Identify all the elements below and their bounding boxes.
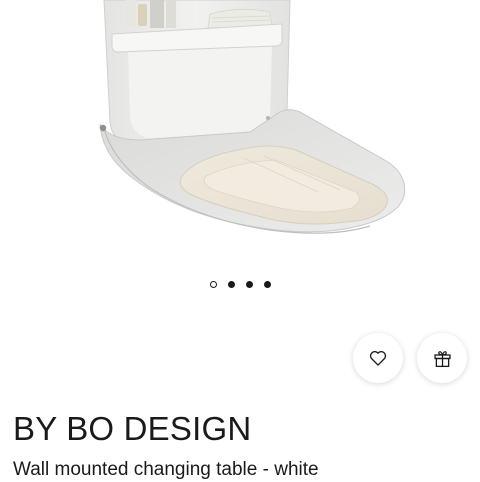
carousel-dot[interactable] — [227, 281, 235, 288]
gift-icon — [433, 350, 451, 367]
brand-name[interactable]: BY BO DESIGN — [13, 410, 251, 448]
product-title: Wall mounted changing table - white — [13, 459, 319, 480]
carousel-dot[interactable] — [209, 281, 217, 288]
favorite-button[interactable] — [353, 333, 403, 383]
heart-icon — [369, 350, 387, 366]
carousel-dot[interactable] — [263, 281, 271, 288]
product-image[interactable] — [0, 0, 480, 262]
changing-table-illustration — [99, 0, 406, 234]
gift-button[interactable] — [417, 333, 467, 383]
carousel-dot[interactable] — [245, 281, 253, 288]
carousel-pagination[interactable] — [0, 281, 480, 291]
